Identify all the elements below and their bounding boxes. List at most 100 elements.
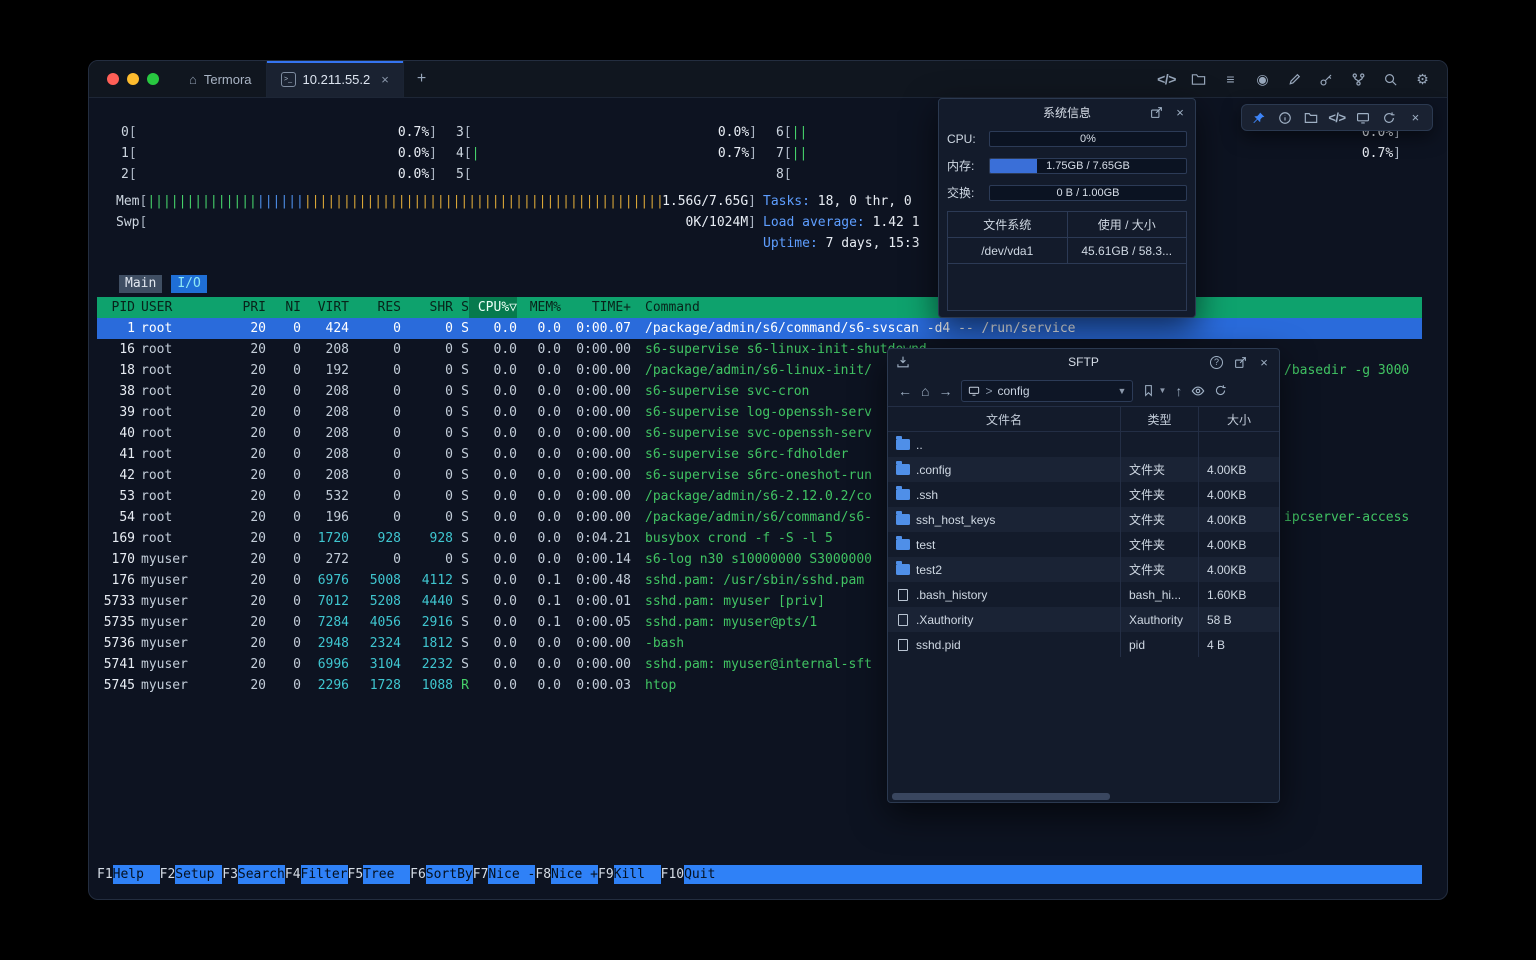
forward-icon[interactable]: →: [938, 383, 952, 399]
close-window-button[interactable]: [107, 73, 119, 85]
file-icon: [898, 639, 908, 651]
refresh-icon[interactable]: [1214, 384, 1227, 397]
process-cell: 42: [97, 465, 135, 486]
process-cell: 0.0: [517, 654, 561, 675]
file-type-cell: Xauthority: [1121, 607, 1199, 632]
fn-action-filter[interactable]: Filter: [301, 865, 348, 884]
file-name-cell: test2: [888, 557, 1121, 582]
process-cell: 0.0: [469, 423, 517, 444]
sftp-file-row[interactable]: .XauthorityXauthority58 B: [888, 607, 1279, 632]
sftp-file-row[interactable]: .config文件夹4.00KB: [888, 457, 1279, 482]
process-cell: 0.0: [469, 528, 517, 549]
fn-action-quit[interactable]: Quit: [684, 865, 731, 884]
info-icon[interactable]: [1277, 110, 1292, 125]
process-cell: 208: [301, 339, 349, 360]
upload-icon[interactable]: ↑: [1175, 383, 1182, 399]
process-cell: 5008: [349, 570, 401, 591]
htop-function-bar: F1Help F2Setup F3SearchF4FilterF5Tree F6…: [97, 865, 1422, 884]
file-type-cell: 文件夹: [1121, 507, 1199, 532]
column-filename[interactable]: 文件名: [888, 407, 1121, 431]
tab-termora[interactable]: ⌂ Termora: [175, 61, 267, 97]
htop-table-header[interactable]: PID USER PRI NI VIRT RES SHR S CPU%▽ MEM…: [97, 297, 1422, 318]
file-name-cell: .Xauthority: [888, 607, 1121, 632]
minimize-window-button[interactable]: [127, 73, 139, 85]
process-row[interactable]: 1root20042400S0.00.00:00.07/package/admi…: [97, 318, 1422, 339]
fn-bar-filler: [731, 865, 1422, 884]
file-name: .config: [916, 463, 951, 477]
sftp-file-row[interactable]: ssh_host_keys文件夹4.00KB: [888, 507, 1279, 532]
process-cell: 196: [301, 507, 349, 528]
file-name: sshd.pid: [916, 638, 961, 652]
fn-key-label: F8: [535, 865, 551, 884]
new-tab-button[interactable]: +: [404, 61, 439, 97]
process-cell: 20: [213, 612, 266, 633]
process-cell: 20: [213, 591, 266, 612]
open-in-window-icon[interactable]: [1233, 355, 1247, 369]
fn-action-setup[interactable]: Setup: [175, 865, 222, 884]
column-size[interactable]: 大小: [1199, 407, 1279, 431]
code-icon[interactable]: </>: [1158, 71, 1175, 88]
show-hidden-icon[interactable]: [1191, 384, 1205, 398]
record-icon[interactable]: ◉: [1254, 71, 1271, 88]
fn-action-help[interactable]: Help: [113, 865, 160, 884]
code-icon[interactable]: </>: [1329, 110, 1344, 125]
process-cell: 0: [266, 612, 301, 633]
process-cell: 1: [97, 318, 135, 339]
folder-icon[interactable]: [1190, 71, 1207, 88]
fn-action-nice-[interactable]: Nice +: [551, 865, 598, 884]
sftp-file-row[interactable]: .bash_historybash_hi...1.60KB: [888, 582, 1279, 607]
disk-table: 文件系统 使用 / 大小 /dev/vda145.61GB / 58.3...: [947, 211, 1187, 311]
process-cell: 0: [266, 507, 301, 528]
folder-icon[interactable]: [1303, 110, 1318, 125]
htop-tab-main[interactable]: Main: [119, 275, 162, 293]
log-icon[interactable]: ≡: [1222, 71, 1239, 88]
process-cell: 0: [266, 591, 301, 612]
disk-row[interactable]: /dev/vda145.61GB / 58.3...: [948, 238, 1186, 264]
open-in-window-icon[interactable]: [1149, 105, 1163, 119]
bookmark-icon[interactable]: [1142, 384, 1155, 397]
process-cell: 0: [266, 339, 301, 360]
zoom-window-button[interactable]: [147, 73, 159, 85]
home-icon[interactable]: ⌂: [921, 383, 929, 399]
key-icon[interactable]: [1318, 71, 1335, 88]
process-cell: 0:00.00: [561, 633, 631, 654]
sftp-file-row[interactable]: sshd.pidpid4 B: [888, 632, 1279, 657]
sftp-file-row[interactable]: test2文件夹4.00KB: [888, 557, 1279, 582]
refresh-icon[interactable]: [1382, 110, 1397, 125]
fn-action-tree[interactable]: Tree: [363, 865, 410, 884]
bookmark-dropdown-icon[interactable]: ▼: [1158, 386, 1166, 395]
sftp-file-row[interactable]: ..: [888, 432, 1279, 457]
horizontal-scrollbar[interactable]: [892, 793, 1275, 800]
help-icon[interactable]: ?: [1210, 356, 1223, 369]
fn-action-sortby[interactable]: SortBy: [426, 865, 473, 884]
close-panel-icon[interactable]: ×: [1173, 105, 1187, 119]
fork-icon[interactable]: [1350, 71, 1367, 88]
sftp-file-row[interactable]: test文件夹4.00KB: [888, 532, 1279, 557]
settings-icon[interactable]: ⚙: [1414, 71, 1431, 88]
process-cell: 20: [213, 507, 266, 528]
sftp-file-row[interactable]: .ssh文件夹4.00KB: [888, 482, 1279, 507]
close-tab-icon[interactable]: ×: [381, 72, 389, 87]
search-icon[interactable]: [1382, 71, 1399, 88]
file-size-cell: 4 B: [1199, 632, 1279, 657]
column-type[interactable]: 类型: [1121, 407, 1199, 431]
fn-action-search[interactable]: Search: [238, 865, 285, 884]
process-cell: S: [453, 507, 469, 528]
htop-tab-io[interactable]: I/O: [171, 275, 206, 293]
edit-icon[interactable]: [1286, 71, 1303, 88]
back-icon[interactable]: ←: [898, 383, 912, 399]
path-selector[interactable]: > config ▼: [961, 380, 1133, 402]
process-cell: 0:00.00: [561, 423, 631, 444]
pin-icon[interactable]: [1251, 110, 1266, 125]
scrollbar-thumb[interactable]: [892, 793, 1110, 800]
file-name: .Xauthority: [916, 613, 973, 627]
close-panel-icon[interactable]: ×: [1257, 355, 1271, 369]
monitor-icon[interactable]: [1356, 110, 1371, 125]
fn-action-nice-[interactable]: Nice -: [488, 865, 535, 884]
tab-host[interactable]: >_ 10.211.55.2 ×: [267, 61, 404, 97]
process-cell: 53: [97, 486, 135, 507]
close-icon[interactable]: ×: [1408, 110, 1423, 125]
fn-action-kill[interactable]: Kill: [614, 865, 661, 884]
process-cell: 0.0: [517, 381, 561, 402]
process-cell: 928: [349, 528, 401, 549]
